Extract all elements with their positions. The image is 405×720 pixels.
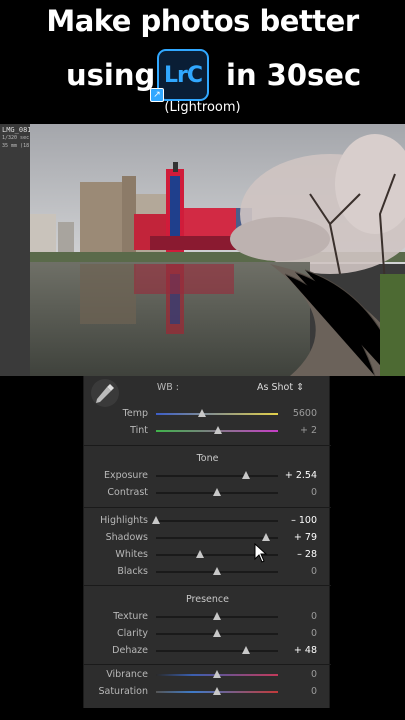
temp-slider-row: Temp 5600	[84, 406, 331, 422]
whites-label: Whites	[115, 549, 148, 560]
blacks-value[interactable]: 0	[311, 564, 317, 580]
contrast-label: Contrast	[107, 487, 148, 498]
saturation-slider-thumb[interactable]	[213, 687, 221, 695]
shadows-slider-track[interactable]	[156, 537, 278, 539]
contrast-value[interactable]: 0	[311, 485, 317, 501]
clarity-slider-row: Clarity 0	[84, 626, 331, 642]
highlights-slider-thumb[interactable]	[152, 516, 160, 524]
texture-slider-thumb[interactable]	[213, 612, 221, 620]
whites-value[interactable]: – 28	[297, 547, 317, 563]
logo-text: LrC	[163, 62, 203, 88]
contrast-slider-row: Contrast 0	[84, 485, 331, 501]
mouse-cursor-icon	[254, 543, 268, 563]
saturation-value[interactable]: 0	[311, 684, 317, 700]
exposure-label: Exposure	[104, 470, 148, 481]
whites-slider-row: Whites – 28	[84, 547, 331, 563]
image-canvas[interactable]: LMG_0819.NEF 1/320 sec at f / 8.0, ISO 1…	[0, 124, 405, 376]
dehaze-slider-track[interactable]	[156, 650, 278, 652]
headline-line1: Make photos better	[46, 4, 359, 38]
vibrance-value[interactable]: 0	[311, 667, 317, 683]
temp-label: Temp	[122, 408, 148, 419]
headline-duration: in 30sec	[226, 58, 362, 92]
shadows-label: Shadows	[105, 532, 148, 543]
develop-basic-panel: WB : As Shot ⇕ Temp 5600 Tint + 2 Tone Expo…	[83, 376, 331, 708]
tone-section-title: Tone	[196, 453, 219, 464]
white-balance-eyedropper-icon[interactable]	[90, 378, 120, 408]
divider	[84, 585, 331, 586]
wb-label: WB :	[156, 382, 179, 393]
clarity-slider-thumb[interactable]	[213, 629, 221, 637]
highlights-label: Highlights	[100, 515, 148, 526]
vibrance-label: Vibrance	[106, 669, 148, 680]
saturation-label: Saturation	[98, 686, 148, 697]
tint-value[interactable]: + 2	[300, 423, 317, 439]
vibrance-slider-row: Vibrance 0	[84, 667, 331, 683]
blacks-slider-thumb[interactable]	[213, 567, 221, 575]
divider	[84, 507, 331, 508]
exposure-slider-row: Exposure + 2.54	[84, 468, 331, 484]
blacks-label: Blacks	[117, 566, 148, 577]
dehaze-slider-thumb[interactable]	[242, 646, 251, 654]
tint-slider-thumb[interactable]	[214, 426, 223, 434]
temp-slider-track[interactable]	[156, 413, 278, 415]
temp-slider-thumb[interactable]	[198, 409, 207, 417]
tint-slider-row: Tint + 2	[84, 423, 331, 439]
dehaze-value[interactable]: + 48	[294, 643, 317, 659]
lightroom-logo-icon: LrC	[157, 49, 209, 101]
clarity-value[interactable]: 0	[311, 626, 317, 642]
shadows-slider-row: Shadows + 79	[84, 530, 331, 546]
presence-section-title: Presence	[186, 594, 229, 605]
logo-caption: (Lightroom)	[164, 100, 241, 115]
highlights-slider-track[interactable]	[156, 520, 278, 522]
exposure-slider-track[interactable]	[156, 475, 278, 477]
exposure-slider-thumb[interactable]	[242, 471, 251, 479]
texture-value[interactable]: 0	[311, 609, 317, 625]
temp-value[interactable]: 5600	[293, 406, 317, 422]
highlights-slider-row: Highlights – 100	[84, 513, 331, 529]
headline-using: using	[66, 58, 156, 92]
divider	[84, 445, 331, 446]
dehaze-slider-row: Dehaze + 48	[84, 643, 331, 659]
wb-preset-dropdown[interactable]: As Shot ⇕	[257, 380, 304, 396]
saturation-slider-row: Saturation 0	[84, 684, 331, 700]
texture-slider-row: Texture 0	[84, 609, 331, 625]
contrast-slider-thumb[interactable]	[213, 488, 221, 496]
photo-preview	[30, 124, 405, 376]
tint-label: Tint	[130, 425, 148, 436]
blacks-slider-row: Blacks 0	[84, 564, 331, 580]
shadows-slider-thumb[interactable]	[261, 533, 270, 541]
clarity-label: Clarity	[117, 628, 148, 639]
texture-label: Texture	[113, 611, 148, 622]
exposure-value[interactable]: + 2.54	[285, 468, 317, 484]
whites-slider-thumb[interactable]	[195, 550, 204, 558]
photo-illustration	[30, 124, 405, 376]
shadows-value[interactable]: + 79	[294, 530, 317, 546]
dehaze-label: Dehaze	[112, 645, 148, 656]
vibrance-slider-thumb[interactable]	[213, 670, 221, 678]
highlights-value[interactable]: – 100	[291, 513, 317, 529]
divider	[84, 664, 331, 665]
